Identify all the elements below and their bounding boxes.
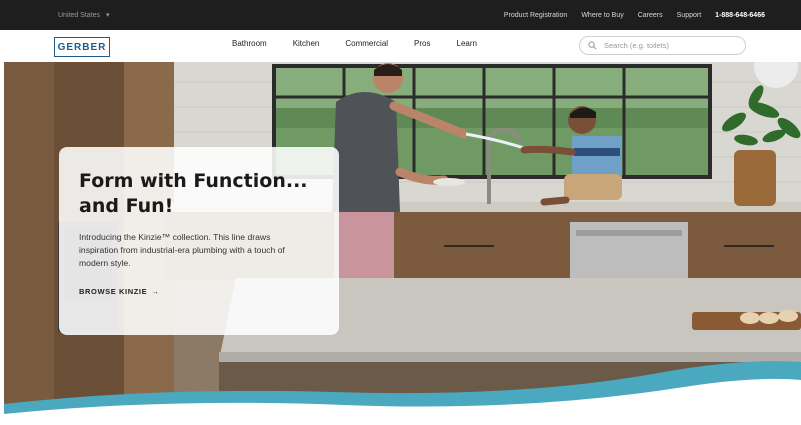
chevron-down-icon: ▾ [106,12,110,19]
careers-link[interactable]: Careers [638,12,663,19]
hero-title: Form with Function... and Fun! [79,170,308,217]
region-label: United States [58,11,101,19]
browse-kinzie-label: BROWSE KINZIE [79,287,148,296]
search-icon [588,41,597,50]
nav-item-bathroom[interactable]: Bathroom [232,39,267,48]
phone-number-link[interactable]: 1-888-648-6466 [715,12,765,19]
hero-description: Introducing the Kinzie™ collection. This… [79,232,285,268]
where-to-buy-link[interactable]: Where to Buy [581,12,623,19]
search-input[interactable] [602,40,732,51]
nav-item-kitchen[interactable]: Kitchen [293,39,320,48]
nav-item-pros[interactable]: Pros [414,39,430,48]
utility-links: Product Registration Where to Buy Career… [504,12,765,19]
region-selector[interactable]: United States ▾ [58,11,110,20]
search-box[interactable] [579,36,746,55]
hero-banner: Form with Function... and Fun! Introduci… [4,62,801,425]
gerber-logo[interactable]: GERBER [54,37,110,57]
nav-item-learn[interactable]: Learn [457,39,477,48]
arrow-right-icon: → [151,287,160,296]
support-link[interactable]: Support [677,12,702,19]
browse-kinzie-link[interactable]: BROWSE KINZIE → [79,287,159,296]
hero-card: Form with Function... and Fun! Introduci… [59,147,339,335]
nav-item-commercial[interactable]: Commercial [345,39,388,48]
product-registration-link[interactable]: Product Registration [504,12,567,19]
utility-bar: United States ▾ Product Registration Whe… [0,0,801,30]
nav-links: Bathroom Kitchen Commercial Pros Learn [232,39,477,48]
